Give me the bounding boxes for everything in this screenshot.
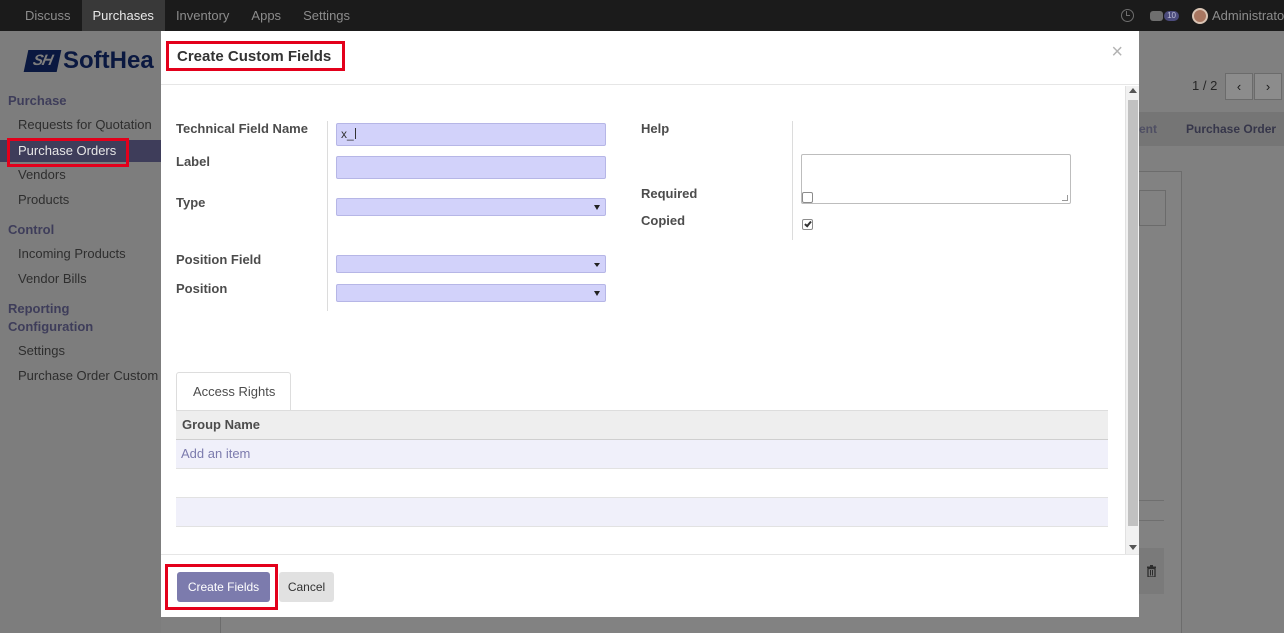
dialog-body: Technical Field Name x_ Label Type Posit… [161, 86, 1139, 554]
position-select[interactable] [336, 284, 606, 302]
logo-mark: SH [23, 50, 62, 72]
pager-value: 1 / 2 [1192, 78, 1218, 93]
menu-discuss[interactable]: Discuss [14, 0, 82, 31]
pager-previous-button[interactable]: ‹ [1225, 73, 1253, 100]
technical-field-name-label: Technical Field Name [176, 121, 308, 136]
notification-badge: 10 [1164, 10, 1179, 21]
highlight-purchase-orders [7, 138, 129, 167]
field-separator [792, 121, 793, 240]
create-custom-fields-dialog: Create Custom Fields × Technical Field N… [161, 31, 1139, 617]
type-select[interactable] [336, 198, 606, 216]
tab-access-rights[interactable]: Access Rights [176, 372, 291, 411]
scroll-up-arrow-icon[interactable] [1129, 88, 1137, 93]
status-step-partial[interactable]: ent [1139, 122, 1157, 136]
close-icon[interactable]: × [1111, 42, 1123, 62]
position-field-select[interactable] [336, 255, 606, 273]
sidebar-section-purchase: Purchase [8, 93, 67, 108]
menu-apps[interactable]: Apps [240, 0, 292, 31]
dialog-header: Create Custom Fields × [161, 31, 1139, 85]
scrollbar-thumb[interactable] [1128, 100, 1138, 526]
dialog-title: Create Custom Fields [177, 48, 332, 65]
table-row [176, 527, 1108, 554]
sidebar-item-vendors[interactable]: Vendors [18, 166, 66, 184]
company-logo: SH SoftHea [23, 47, 154, 74]
checkmark-icon [804, 219, 812, 228]
dialog-footer: Create Fields Cancel [161, 554, 1139, 617]
label-field-label: Label [176, 154, 210, 169]
sidebar-item-products[interactable]: Products [18, 191, 69, 209]
main-menu: Discuss Purchases Inventory Apps Setting… [14, 0, 361, 31]
user-avatar[interactable] [1192, 7, 1208, 24]
pager-next-button[interactable]: › [1254, 73, 1282, 100]
technical-field-name-value: x_ [341, 127, 354, 141]
trash-icon[interactable] [1139, 548, 1164, 594]
resize-handle-icon[interactable] [1062, 195, 1068, 201]
background-smart-button[interactable] [1139, 190, 1166, 226]
copied-checkbox[interactable] [802, 219, 813, 230]
scroll-down-arrow-icon[interactable] [1129, 545, 1137, 550]
sidebar-item-incoming-products[interactable]: Incoming Products [18, 245, 126, 263]
help-textarea[interactable] [801, 154, 1071, 204]
position-label: Position [176, 281, 228, 296]
create-fields-button[interactable]: Create Fields [177, 572, 270, 602]
required-label: Required [641, 186, 698, 201]
tab-label: Access Rights [193, 384, 276, 399]
type-label: Type [176, 195, 206, 210]
sidebar-item-purchase-order-custom[interactable]: Purchase Order Custom [18, 367, 158, 385]
sidebar-section-configuration: Configuration [8, 319, 94, 334]
top-navbar: Discuss Purchases Inventory Apps Setting… [0, 0, 1284, 31]
sidebar-item-requests-for-quotation[interactable]: Requests for Quotation [18, 116, 152, 134]
technical-field-name-input[interactable]: x_ [336, 123, 606, 146]
required-checkbox[interactable] [802, 192, 813, 203]
sidebar-item-vendor-bills[interactable]: Vendor Bills [18, 270, 87, 288]
table-row [176, 498, 1108, 527]
field-separator [327, 121, 328, 311]
help-label: Help [641, 121, 670, 136]
status-step-purchase-order[interactable]: Purchase Order [1186, 122, 1276, 136]
activity-clock-icon[interactable] [1121, 9, 1135, 22]
background-divider [1139, 500, 1164, 501]
copied-label: Copied [641, 213, 686, 228]
sidebar-item-settings[interactable]: Settings [18, 342, 65, 360]
user-menu[interactable]: Administrator [1212, 8, 1284, 23]
menu-settings[interactable]: Settings [292, 0, 361, 31]
dialog-scrollbar[interactable] [1125, 86, 1139, 554]
menu-inventory[interactable]: Inventory [165, 0, 240, 31]
chat-icon[interactable] [1150, 10, 1164, 21]
dropdown-caret-icon [594, 205, 600, 210]
menu-purchases[interactable]: Purchases [81, 0, 165, 31]
cancel-button[interactable]: Cancel [279, 572, 334, 602]
sidebar-section-reporting[interactable]: Reporting [8, 300, 69, 318]
logo-text: SoftHea [63, 47, 154, 74]
background-divider [1139, 520, 1164, 521]
sidebar: SH SoftHea Purchase Requests for Quotati… [0, 31, 161, 633]
add-an-item-link[interactable]: Add an item [181, 446, 250, 461]
sidebar-section-control: Control [8, 222, 55, 237]
table-row: Add an item [176, 440, 1108, 469]
access-rights-table-header: Group Name [176, 410, 1108, 440]
table-row [176, 469, 1108, 498]
dropdown-caret-icon [594, 291, 600, 296]
label-input[interactable] [336, 156, 606, 179]
text-cursor [354, 128, 356, 139]
chevron-down-icon[interactable] [594, 263, 600, 267]
column-group-name[interactable]: Group Name [182, 417, 260, 432]
position-field-label: Position Field [176, 252, 262, 267]
